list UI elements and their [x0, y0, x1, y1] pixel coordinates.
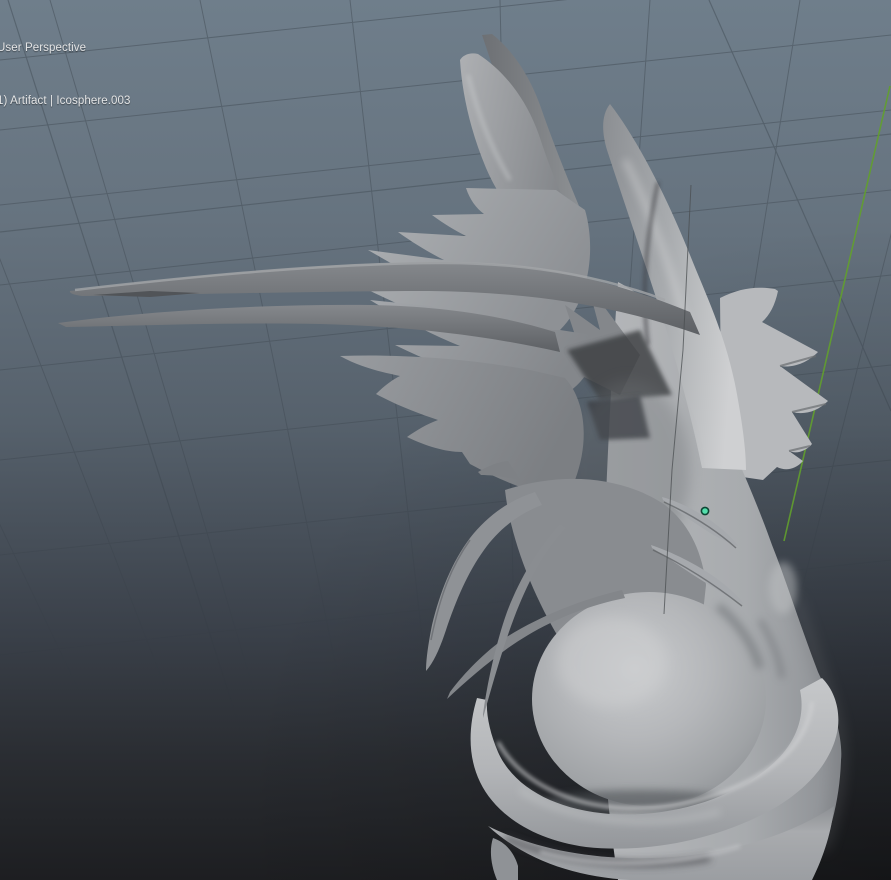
3d-viewport[interactable]: User Perspective 1) Artifact | Icosphere…: [0, 0, 891, 880]
model-icosphere-highlight: [557, 617, 667, 707]
model-trunk-fold-highlight: [769, 562, 797, 614]
model-icosphere[interactable]: [532, 592, 766, 806]
viewport-canvas[interactable]: [0, 0, 891, 880]
object-origin-dot[interactable]: [701, 507, 708, 514]
